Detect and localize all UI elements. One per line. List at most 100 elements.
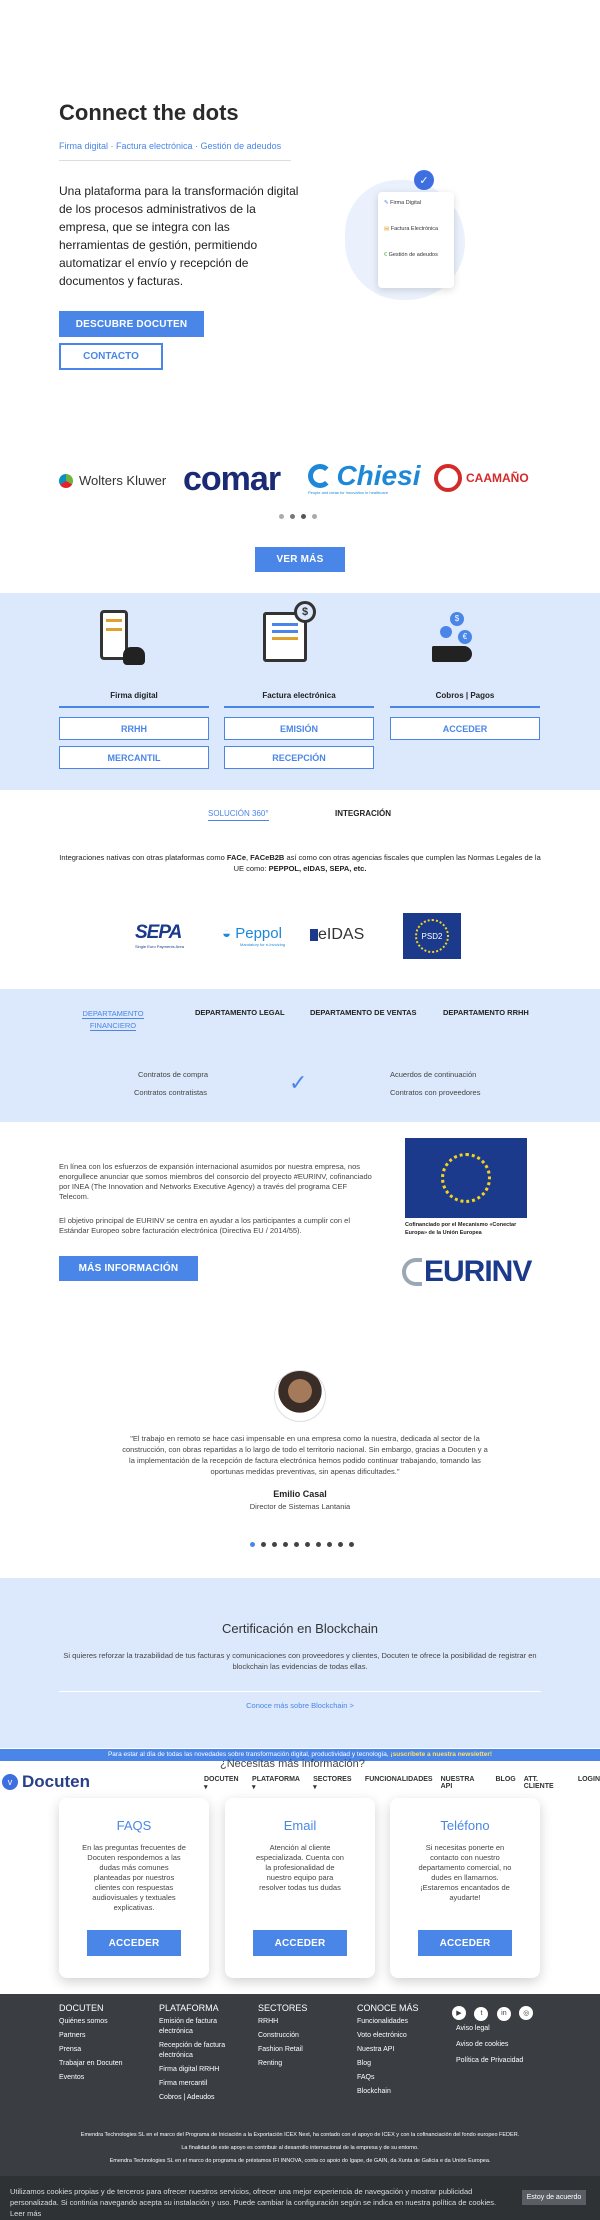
access-payments-button[interactable]: ACCEDER (390, 717, 540, 740)
email-access-button[interactable]: ACCEDER (253, 1930, 347, 1956)
help-card-text: Si necesitas ponerte en contacto con nue… (418, 1843, 512, 1902)
help-peek-title: ¿Necesitas más información? (220, 1758, 365, 1770)
footer-link[interactable]: Funcionalidades (357, 2017, 447, 2027)
rrhh-button[interactable]: RRHH (59, 717, 209, 740)
discover-docuten-button[interactable]: DESCUBRE DOCUTEN (59, 311, 204, 337)
docuten-logo-icon: v (2, 1774, 18, 1790)
logo-wolters-kluwer: Wolters Kluwer (59, 473, 166, 488)
footer-col-docuten: DOCUTEN Quiénes somos Partners Prensa Tr… (59, 2003, 149, 2083)
nav-features[interactable]: FUNCIONALIDADES (365, 1776, 433, 1791)
carousel-dot[interactable] (316, 1542, 321, 1547)
footer-link[interactable]: Construcción (258, 2031, 338, 2041)
footer-link[interactable]: Prensa (59, 2045, 149, 2055)
privacy-policy-link[interactable]: Política de Privacidad (456, 2056, 523, 2066)
tab-solution-360[interactable]: SOLUCIÓN 360° (208, 809, 269, 821)
footer-link[interactable]: Quiénes somos (59, 2017, 149, 2027)
phone-access-button[interactable]: ACCEDER (418, 1930, 512, 1956)
carousel-dot[interactable] (279, 514, 284, 519)
tab-dept-legal[interactable]: DEPARTAMENTO LEGAL (195, 1008, 285, 1017)
carousel-dot[interactable] (290, 514, 295, 519)
instagram-icon[interactable]: ◎ (519, 2006, 534, 2020)
nav-docuten[interactable]: DOCUTEN ▾ (204, 1776, 244, 1791)
tab-dept-hr[interactable]: DEPARTAMENTO RRHH (443, 1008, 529, 1017)
footer-link[interactable]: FAQs (357, 2073, 447, 2083)
hero-illustration: ✓ ✎ Firma Digital ▤ Factura Electrónica … (340, 170, 470, 310)
nav-support[interactable]: ATT. CLIENTE (524, 1776, 570, 1791)
carousel-dot[interactable] (305, 1542, 310, 1547)
blockchain-title: Certificación en Blockchain (221, 1621, 379, 1636)
wolters-kluwer-icon (59, 473, 73, 488)
mercantile-button[interactable]: MERCANTIL (59, 746, 209, 769)
carousel-dot[interactable] (338, 1542, 343, 1547)
footer-link[interactable]: Nuestra API (357, 2045, 447, 2055)
footer-link[interactable]: Cobros | Adeudos (159, 2093, 234, 2103)
carousel-dot[interactable] (294, 1542, 299, 1547)
nav-sectors[interactable]: SECTORES ▾ (313, 1776, 357, 1791)
footer-link[interactable]: Partners (59, 2031, 149, 2041)
carousel-dot[interactable] (283, 1542, 288, 1547)
invoice-icon: $ (263, 601, 316, 662)
footer-link[interactable]: RRHH (258, 2017, 338, 2027)
youtube-icon[interactable]: ▶ (452, 2006, 466, 2020)
eu-flag (405, 1138, 527, 1218)
legal-notice-link[interactable]: Aviso legal (456, 2024, 523, 2034)
logo-eidas: eIDAS (310, 926, 364, 944)
help-card-title: FAQS (116, 1818, 152, 1833)
tab-integration[interactable]: INTEGRACIÓN (335, 809, 391, 818)
card-item-sign: ✎ Firma Digital (384, 200, 422, 206)
product-divider (224, 706, 374, 708)
main-nav: DOCUTEN ▾ PLATAFORMA ▾ SECTORES ▾ FUNCIO… (204, 1776, 600, 1791)
twitter-icon[interactable]: t (474, 2006, 489, 2021)
carousel-dot[interactable] (261, 1542, 266, 1547)
pen-icon: ✎ (384, 200, 389, 206)
hero-divider (59, 160, 291, 161)
footer-link[interactable]: Trabajar en Docuten (59, 2059, 149, 2069)
dept-left-item: Contratos de compra (138, 1070, 209, 1079)
emission-button[interactable]: EMISIÓN (224, 717, 374, 740)
carousel-dot[interactable] (250, 1542, 255, 1547)
footer-link[interactable]: Firma digital RRHH (159, 2065, 234, 2075)
eu-paragraph-2: El objetivo principal de EURINV se centr… (59, 1216, 350, 1235)
carousel-dot[interactable] (301, 514, 306, 519)
carousel-dot[interactable] (312, 514, 317, 519)
blockchain-link[interactable]: Conoce más sobre Blockchain > (0, 1701, 600, 1710)
doc-icon: ▤ (384, 226, 390, 232)
footer-link[interactable]: Fashion Retail (258, 2045, 338, 2055)
more-info-button[interactable]: MÁS INFORMACIÓN (59, 1256, 198, 1281)
footer-link[interactable]: Blockchain (357, 2087, 447, 2097)
footer-link[interactable]: Emisión de factura electrónica (159, 2017, 234, 2037)
carousel-dot[interactable] (349, 1542, 354, 1547)
dept-right-item: Contratos con proveedores (390, 1088, 481, 1097)
eu-paragraph-1: En línea con los esfuerzos de expansión … (59, 1162, 372, 1201)
euro-icon: € (384, 252, 388, 258)
hand-coins-icon: $ € (432, 612, 482, 666)
footer-link[interactable]: Renting (258, 2059, 338, 2069)
accept-cookies-button[interactable]: Estoy de acuerdo (522, 2190, 586, 2205)
cookies-notice-link[interactable]: Aviso de cookies (456, 2040, 523, 2050)
newsletter-link[interactable]: ¡suscríbete a nuestra newsletter! (391, 1751, 493, 1758)
nav-platform[interactable]: PLATAFORMA ▾ (252, 1776, 305, 1791)
footer-social: ▶ t in ◎ (452, 2002, 534, 2021)
faqs-access-button[interactable]: ACCEDER (87, 1930, 181, 1956)
logo-psd2: PSD2 (403, 913, 461, 959)
carousel-dot[interactable] (327, 1542, 332, 1547)
footer-link[interactable]: Voto electrónico (357, 2031, 447, 2041)
reception-button[interactable]: RECEPCIÓN (224, 746, 374, 769)
brand-logo[interactable]: v Docuten (2, 1772, 90, 1792)
eu-flag-caption: Cofinanciado por el Mecanismo «Conectar … (405, 1222, 517, 1236)
footer-link[interactable]: Blog (357, 2059, 447, 2069)
nav-api[interactable]: NUESTRA API (441, 1776, 488, 1791)
footer-link[interactable]: Eventos (59, 2073, 149, 2083)
footer-link[interactable]: Firma mercantil (159, 2079, 234, 2089)
nav-blog[interactable]: BLOG (495, 1776, 515, 1791)
see-more-button[interactable]: VER MÁS (255, 547, 345, 572)
contact-button[interactable]: CONTACTO (59, 343, 163, 370)
nav-login[interactable]: LOGIN (578, 1776, 600, 1791)
tab-dept-finance[interactable]: DEPARTAMENTO FINANCIERO (76, 1008, 150, 1032)
linkedin-icon[interactable]: in (496, 2006, 511, 2021)
tab-dept-sales[interactable]: DEPARTAMENTO DE VENTAS (310, 1008, 417, 1017)
footer-link[interactable]: Recepción de factura electrónica (159, 2041, 234, 2061)
carousel-dot[interactable] (272, 1542, 277, 1547)
hero-title: Connect the dots (59, 100, 239, 125)
help-card-title: Teléfono (440, 1818, 490, 1833)
